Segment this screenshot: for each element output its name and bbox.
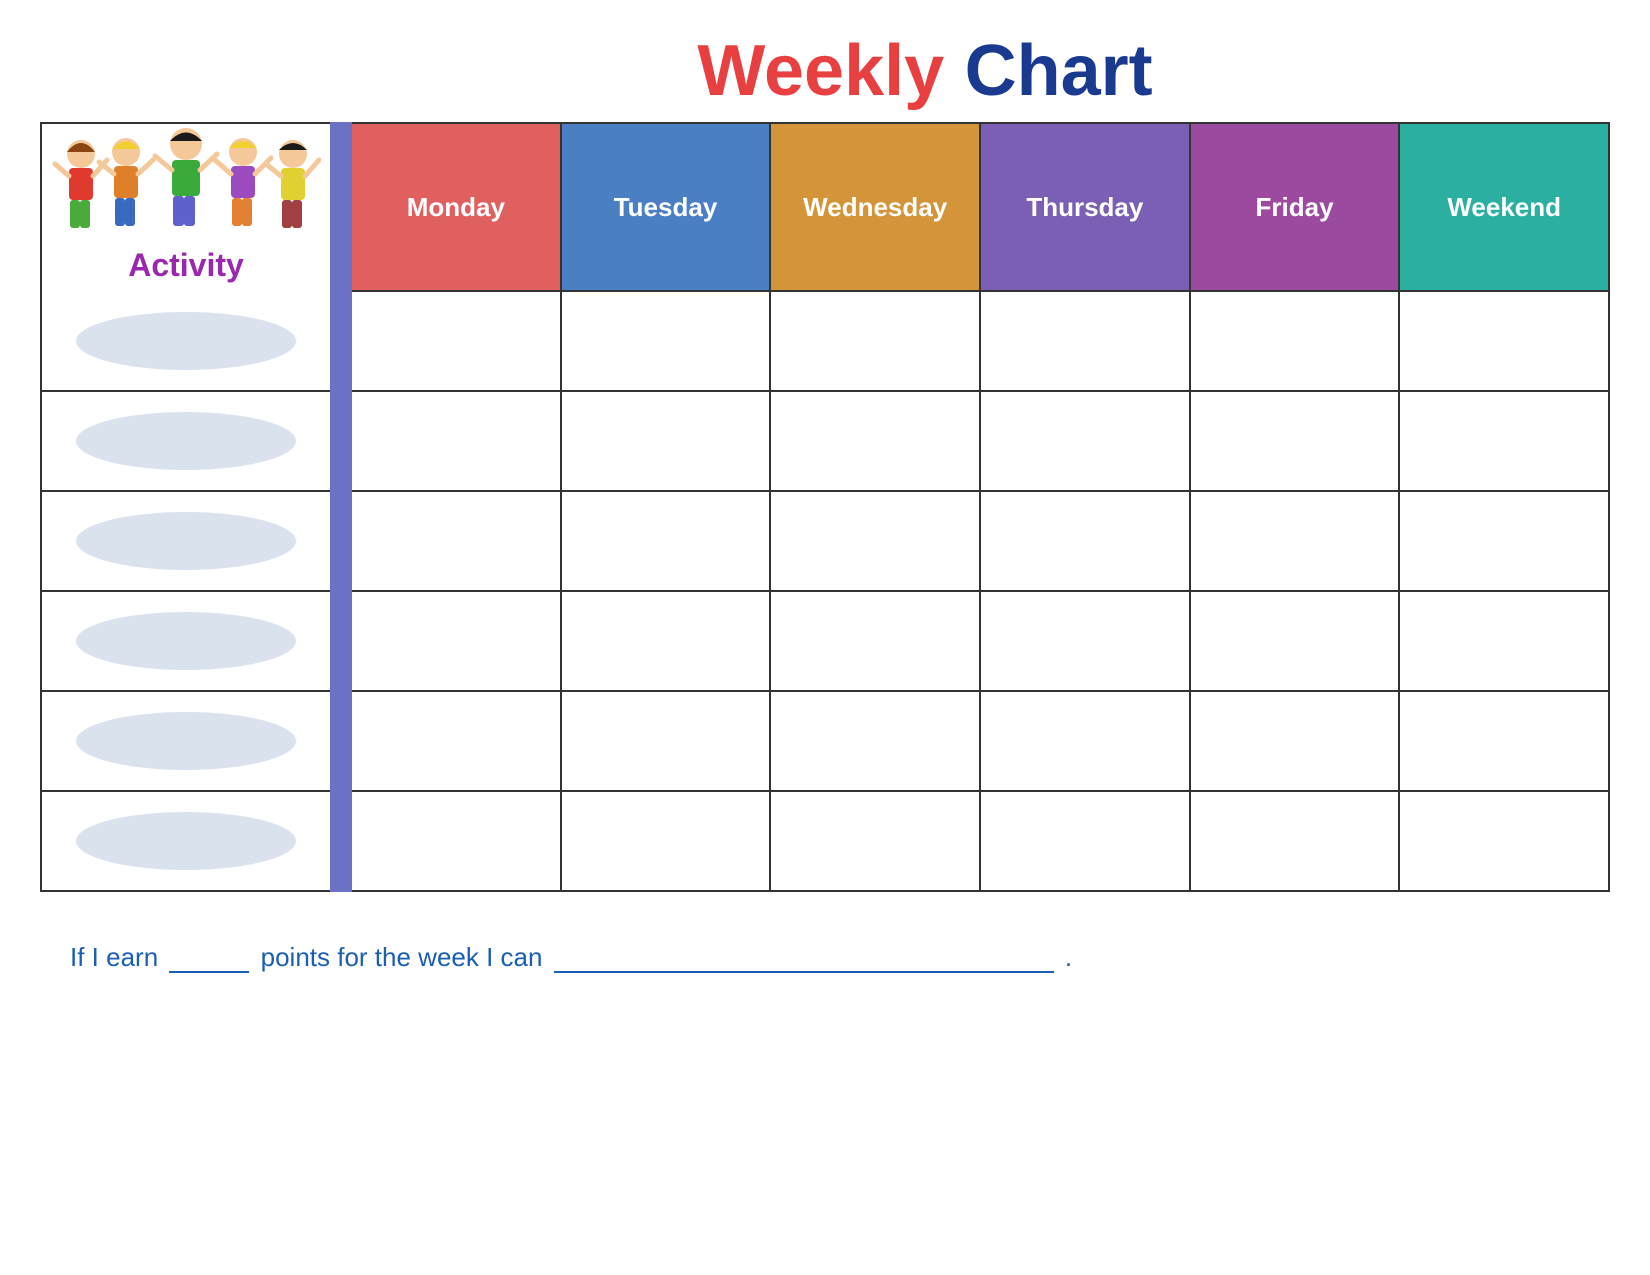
chart-body xyxy=(40,292,1610,892)
cell-2-friday xyxy=(1191,392,1401,492)
cell-5-tuesday xyxy=(562,692,772,792)
cell-4-tuesday xyxy=(562,592,772,692)
cell-1-weekend xyxy=(1400,292,1610,392)
row-divider-1 xyxy=(330,292,352,392)
cell-5-thursday xyxy=(981,692,1191,792)
activity-cell-4 xyxy=(40,592,330,692)
cell-5-wednesday xyxy=(771,692,981,792)
cell-6-monday xyxy=(352,792,562,892)
cell-3-thursday xyxy=(981,492,1191,592)
weekly-chart: Activity Monday Tuesday Wednesday Thursd… xyxy=(40,122,1610,892)
day-header-weekend: Weekend xyxy=(1400,122,1610,292)
row-day-cells-1 xyxy=(352,292,1610,392)
bottom-middle: points for the week I can xyxy=(261,942,543,972)
day-header-tuesday: Tuesday xyxy=(562,122,772,292)
cell-3-wednesday xyxy=(771,492,981,592)
day-header-monday: Monday xyxy=(352,122,562,292)
day-headers: Monday Tuesday Wednesday Thursday Friday… xyxy=(352,122,1610,292)
cell-4-thursday xyxy=(981,592,1191,692)
chart-header-row: Activity Monday Tuesday Wednesday Thursd… xyxy=(40,122,1610,292)
activity-oval-5 xyxy=(76,712,296,770)
activity-oval-2 xyxy=(76,412,296,470)
activity-cell-5 xyxy=(40,692,330,792)
cell-2-weekend xyxy=(1400,392,1610,492)
activity-cell-2 xyxy=(40,392,330,492)
kids-illustration xyxy=(51,124,321,242)
cell-3-weekend xyxy=(1400,492,1610,592)
day-header-friday: Friday xyxy=(1191,122,1401,292)
row-divider-6 xyxy=(330,792,352,892)
row-divider-3 xyxy=(330,492,352,592)
row-divider-4 xyxy=(330,592,352,692)
cell-5-friday xyxy=(1191,692,1401,792)
bottom-suffix: . xyxy=(1065,942,1072,972)
cell-1-wednesday xyxy=(771,292,981,392)
row-divider-5 xyxy=(330,692,352,792)
cell-3-friday xyxy=(1191,492,1401,592)
activity-oval-1 xyxy=(76,312,296,370)
cell-2-thursday xyxy=(981,392,1191,492)
bottom-text: If I earn points for the week I can . xyxy=(40,942,1610,973)
title-weekly: Weekly xyxy=(697,31,944,111)
row-day-cells-5 xyxy=(352,692,1610,792)
cell-3-tuesday xyxy=(562,492,772,592)
row-day-cells-2 xyxy=(352,392,1610,492)
cell-3-monday xyxy=(352,492,562,592)
activity-label: Activity xyxy=(42,242,330,292)
cell-5-weekend xyxy=(1400,692,1610,792)
cell-6-tuesday xyxy=(562,792,772,892)
cell-4-monday xyxy=(352,592,562,692)
cell-2-wednesday xyxy=(771,392,981,492)
bottom-blank-reward[interactable] xyxy=(554,971,1054,973)
kids-corner: Activity xyxy=(40,122,330,292)
cell-6-friday xyxy=(1191,792,1401,892)
table-row xyxy=(40,692,1610,792)
cell-1-thursday xyxy=(981,292,1191,392)
cell-2-tuesday xyxy=(562,392,772,492)
title-container: Weekly Chart xyxy=(40,30,1610,112)
cell-6-thursday xyxy=(981,792,1191,892)
title-chart: Chart xyxy=(965,31,1153,111)
day-header-thursday: Thursday xyxy=(981,122,1191,292)
cell-1-friday xyxy=(1191,292,1401,392)
row-day-cells-3 xyxy=(352,492,1610,592)
table-row xyxy=(40,792,1610,892)
day-header-wednesday: Wednesday xyxy=(771,122,981,292)
cell-6-weekend xyxy=(1400,792,1610,892)
cell-4-friday xyxy=(1191,592,1401,692)
cell-1-tuesday xyxy=(562,292,772,392)
table-row xyxy=(40,292,1610,392)
activity-cell-3 xyxy=(40,492,330,592)
activity-oval-4 xyxy=(76,612,296,670)
activity-oval-6 xyxy=(76,812,296,870)
cell-1-monday xyxy=(352,292,562,392)
table-row xyxy=(40,392,1610,492)
row-day-cells-4 xyxy=(352,592,1610,692)
table-row xyxy=(40,492,1610,592)
header-vertical-divider xyxy=(330,122,352,292)
table-row xyxy=(40,592,1610,692)
cell-4-wednesday xyxy=(771,592,981,692)
cell-6-wednesday xyxy=(771,792,981,892)
activity-cell-1 xyxy=(40,292,330,392)
cell-5-monday xyxy=(352,692,562,792)
bottom-prefix: If I earn xyxy=(70,942,158,972)
activity-oval-3 xyxy=(76,512,296,570)
cell-4-weekend xyxy=(1400,592,1610,692)
cell-2-monday xyxy=(352,392,562,492)
row-day-cells-6 xyxy=(352,792,1610,892)
activity-cell-6 xyxy=(40,792,330,892)
row-divider-2 xyxy=(330,392,352,492)
bottom-blank-points[interactable] xyxy=(169,971,249,973)
